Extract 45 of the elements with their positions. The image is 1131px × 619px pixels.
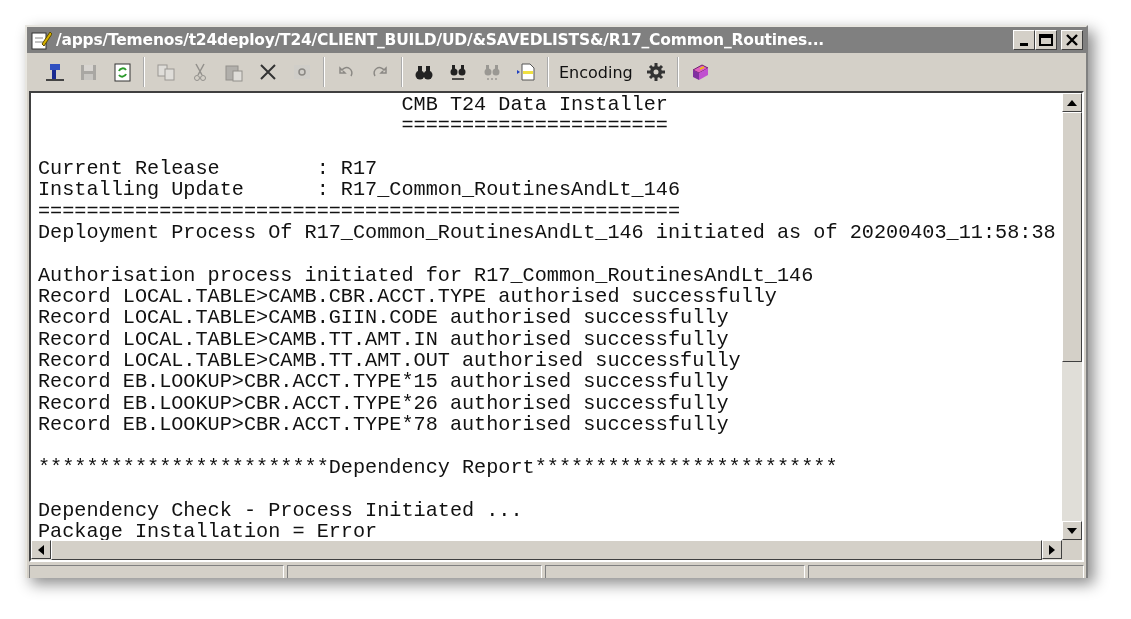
output-line: ===================================================== — [38, 200, 682, 223]
right-arrow-icon — [1049, 544, 1055, 555]
minimize-button[interactable] — [1013, 30, 1035, 50]
up-arrow-icon — [1067, 99, 1077, 106]
document-icon — [516, 62, 536, 82]
output-line: Record LOCAL.TABLE>CAMB.CBR.ACCT.TYPE authorised successfully — [38, 286, 778, 308]
maximize-button[interactable] — [1035, 30, 1057, 50]
output-line: ************************Dependency Report************************* — [38, 456, 839, 479]
output-line: Record EB.LOOKUP>CBR.ACCT.TYPE*78 authorised successfully — [38, 414, 730, 436]
left-arrow-icon — [38, 544, 44, 555]
binoculars-icon — [482, 62, 502, 82]
output-line: Record EB.LOOKUP>CBR.ACCT.TYPE*26 authorised successfully — [38, 392, 730, 415]
output-line: Record LOCAL.TABLE>CAMB.TT.AMT.OUT authorised successfully — [38, 350, 742, 372]
save-icon — [78, 62, 98, 82]
close-icon — [1065, 34, 1079, 46]
vertical-scrollbar[interactable] — [1062, 93, 1082, 540]
scroll-up-button[interactable] — [1062, 93, 1082, 112]
delete-icon — [258, 62, 278, 82]
output-line: Authorisation process initiated for R17_Common_RoutinesAndLt_146 — [38, 264, 815, 287]
copy-icon — [156, 62, 176, 82]
scroll-thumb[interactable] — [1062, 112, 1082, 362]
scroll-left-button[interactable] — [31, 540, 51, 559]
output-line: Dependency Check - Process Initiated ... — [38, 499, 524, 521]
encoding-button[interactable]: Encoding — [555, 62, 637, 82]
output-line: Record EB.LOOKUP>CBR.ACCT.TYPE*15 authorised successfully — [38, 371, 730, 393]
output-line: Current Release : R17 — [38, 158, 378, 180]
binoculars-icon — [448, 62, 468, 82]
output-line: Deployment Process Of R17_Common_RoutinesAndLt_146 initiated as of 20200403_11:58:38 — [38, 222, 1057, 244]
paste-icon — [224, 62, 244, 82]
output-line: Record LOCAL.TABLE>CAMB.GIIN.CODE authorised successfully — [38, 307, 730, 329]
down-arrow-icon — [1067, 527, 1077, 534]
refresh-icon — [112, 62, 132, 82]
close-button[interactable] — [1061, 30, 1083, 50]
output-line: ====================== — [400, 115, 669, 137]
scroll-down-button[interactable] — [1062, 521, 1082, 540]
output-line: Installing Update : R17_Common_RoutinesAndLt_146 — [38, 179, 682, 201]
output-line: CMB T24 Data Installer — [400, 94, 669, 116]
output-line: Record LOCAL.TABLE>CAMB.TT.AMT.IN authorised successfully — [38, 328, 730, 351]
minimize-icon — [1020, 42, 1028, 46]
maximize-icon — [1039, 34, 1053, 46]
notepad-icon — [30, 30, 52, 50]
window-title: /apps/Temenos/t24deploy/T24/CLIENT_BUILD/UD/&SAVEDLISTS&/R17_Common_Routines... — [56, 31, 826, 49]
gear-icon — [645, 62, 666, 82]
scroll-right-button[interactable] — [1042, 540, 1062, 559]
scrollbar-corner — [1062, 540, 1082, 560]
